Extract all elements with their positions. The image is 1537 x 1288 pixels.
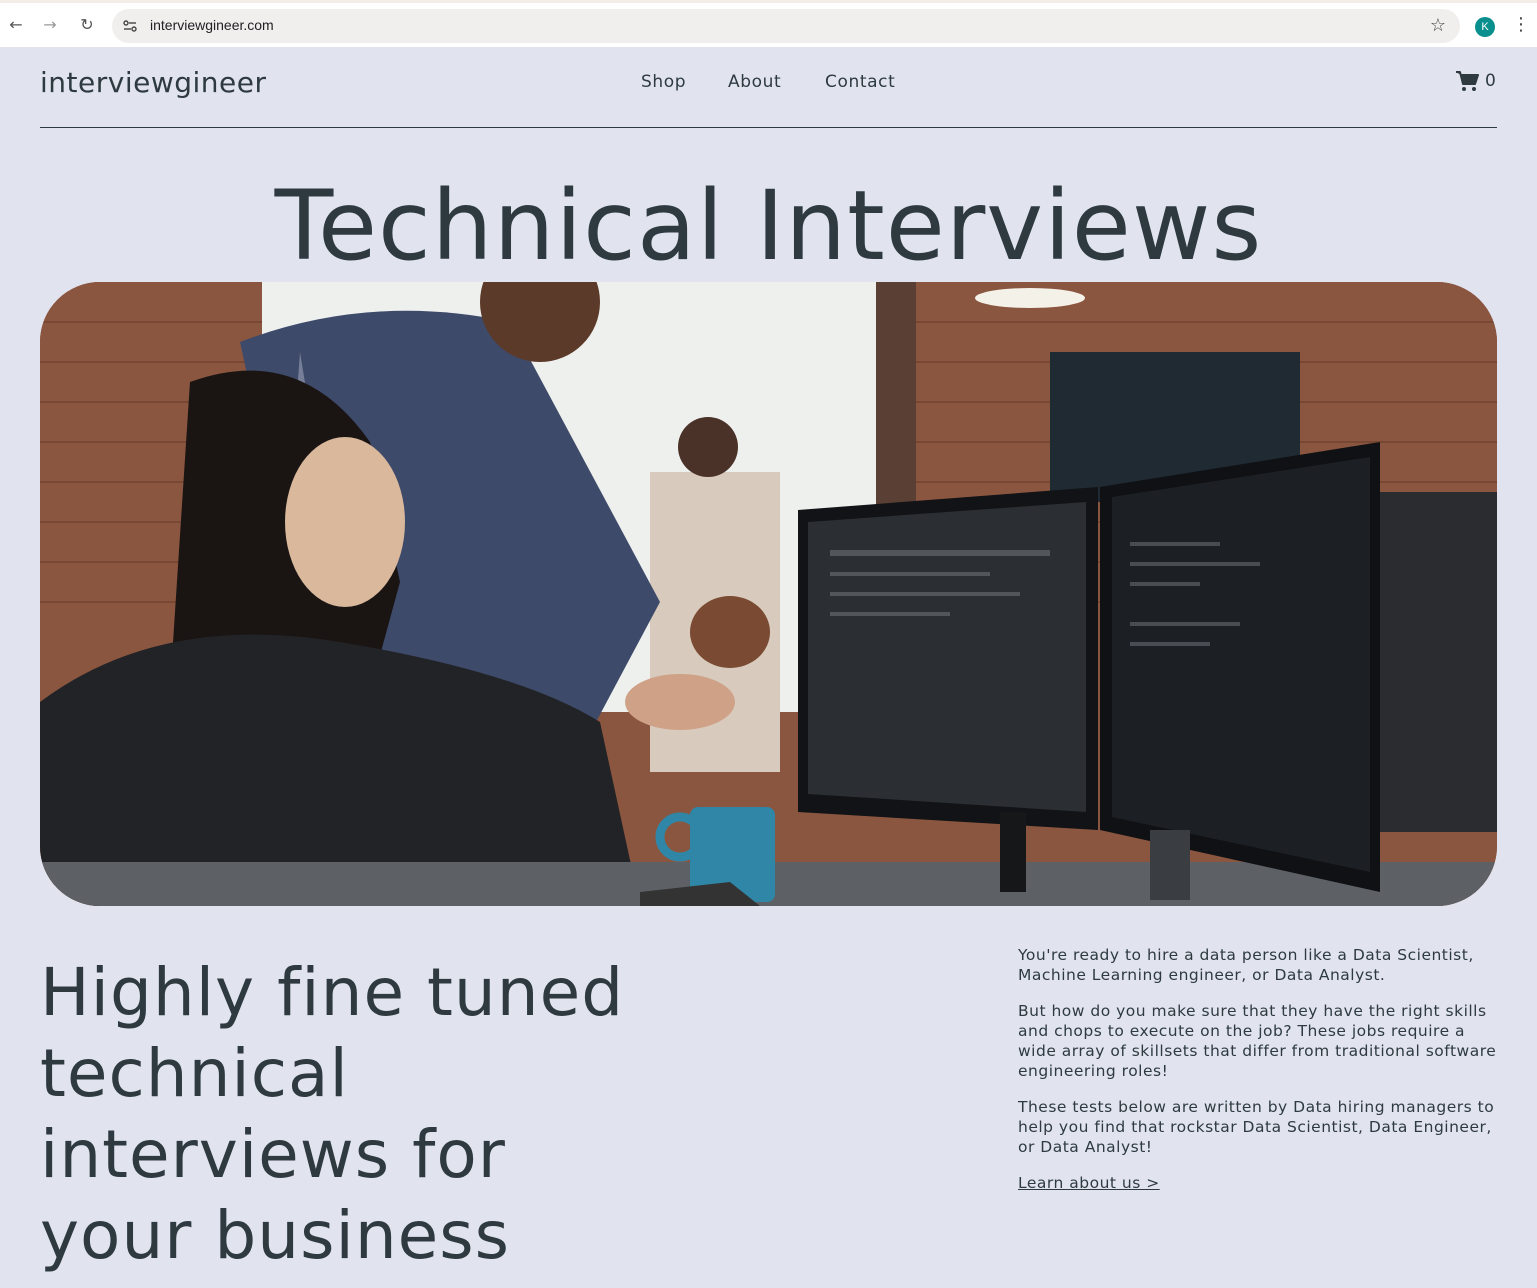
hero-image bbox=[40, 282, 1497, 906]
cart-count: 0 bbox=[1485, 71, 1496, 91]
intro-paragraph: You're ready to hire a data person like … bbox=[1018, 946, 1474, 984]
nav-about-link[interactable]: About bbox=[728, 72, 781, 92]
nav-shop-link[interactable]: Shop bbox=[641, 72, 686, 92]
address-bar[interactable]: interviewgineer.com ☆ bbox=[112, 9, 1460, 43]
cart-icon bbox=[1456, 71, 1479, 91]
page-title: Technical Interviews bbox=[274, 170, 1263, 282]
header-divider bbox=[40, 127, 1497, 128]
browser-toolbar: ← → ↻ interviewgineer.com ☆ K ⋮ bbox=[0, 0, 1537, 47]
url-text[interactable]: interviewgineer.com bbox=[150, 17, 274, 33]
learn-about-us-link[interactable]: Learn about us > bbox=[1018, 1173, 1160, 1193]
profile-avatar[interactable]: K bbox=[1475, 17, 1495, 37]
browser-menu-icon[interactable]: ⋮ bbox=[1512, 15, 1530, 35]
forward-arrow-icon[interactable]: → bbox=[40, 15, 60, 35]
cart-button[interactable]: 0 bbox=[1455, 70, 1496, 92]
intro-paragraph: But how do you make sure that they have … bbox=[1018, 1002, 1497, 1080]
intro-copy: You're ready to hire a data person like … bbox=[1018, 945, 1508, 1193]
tagline-heading: Highly fine tuned technical interviews f… bbox=[40, 954, 625, 1274]
intro-paragraph: These tests below are written by Data hi… bbox=[1018, 1098, 1495, 1156]
nav-contact-link[interactable]: Contact bbox=[825, 72, 895, 92]
back-arrow-icon[interactable]: ← bbox=[6, 15, 26, 35]
bookmark-star-icon[interactable]: ☆ bbox=[1430, 15, 1446, 36]
site-settings-icon[interactable] bbox=[122, 18, 138, 34]
site-logo[interactable]: interviewgineer bbox=[40, 66, 266, 99]
reload-icon[interactable]: ↻ bbox=[77, 15, 97, 35]
